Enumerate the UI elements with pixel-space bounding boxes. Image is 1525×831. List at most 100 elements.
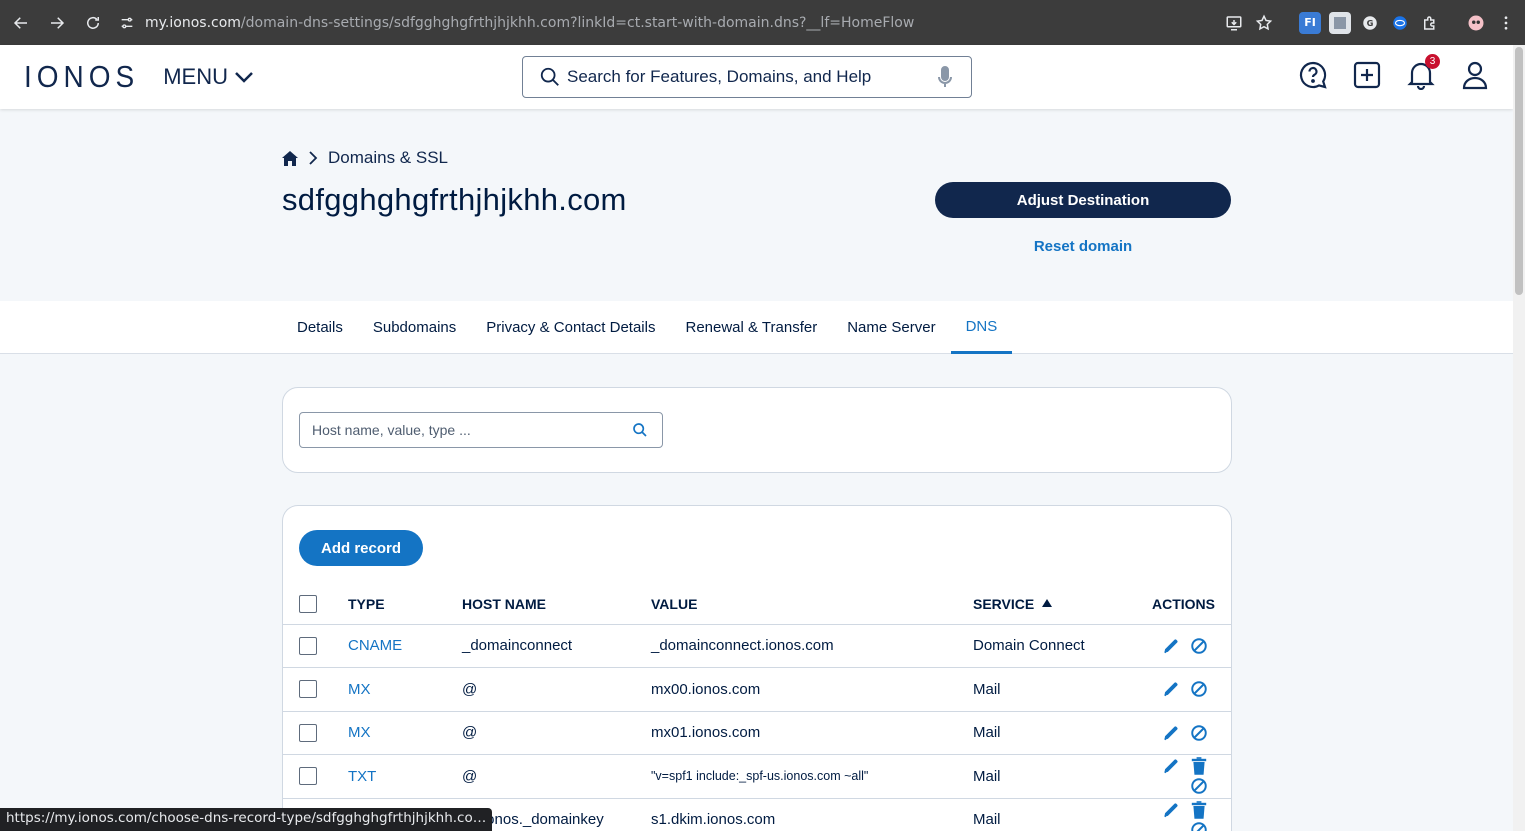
reset-domain-link[interactable]: Reset domain — [935, 238, 1231, 255]
extension-fi-icon[interactable]: FI — [1299, 11, 1321, 34]
ionos-logo[interactable]: IONOS — [24, 59, 139, 94]
home-icon[interactable] — [282, 150, 298, 166]
table-row: TXT @ "v=spf1 include:_spf-us.ionos.com ~a… — [283, 754, 1231, 799]
disable-record-icon[interactable] — [1189, 679, 1209, 699]
search-icon[interactable] — [632, 422, 648, 438]
record-type-link[interactable]: MX — [348, 667, 462, 712]
record-service: Mail — [973, 711, 1133, 755]
record-value: "v=spf1 include:_spf-us.ionos.com ~all" — [651, 754, 973, 799]
reload-icon[interactable] — [75, 5, 111, 41]
address-bar[interactable]: my.ionos.com/domain-dns-settings/sdfgghg… — [119, 0, 1223, 45]
site-settings-icon[interactable] — [119, 15, 135, 31]
extensions-puzzle-icon[interactable] — [1419, 12, 1441, 34]
edit-pencil-icon[interactable] — [1161, 723, 1181, 743]
disable-record-icon[interactable] — [1189, 723, 1209, 743]
tab-dns[interactable]: DNS — [950, 301, 1013, 354]
row-checkbox[interactable] — [299, 767, 317, 786]
browser-toolbar: my.ionos.com/domain-dns-settings/sdfgghg… — [0, 0, 1525, 45]
row-checkbox[interactable] — [299, 680, 317, 699]
record-service: Mail — [973, 798, 1133, 831]
column-type[interactable]: TYPE — [348, 585, 462, 625]
tab-renewal-transfer[interactable]: Renewal & Transfer — [670, 301, 832, 354]
page-scrollbar[interactable] — [1513, 45, 1525, 831]
add-product-icon[interactable] — [1351, 59, 1383, 91]
notifications-bell-icon[interactable]: 3 — [1405, 54, 1440, 91]
browser-menu-icon[interactable] — [1495, 12, 1517, 34]
search-icon — [540, 67, 559, 86]
extension-image-icon[interactable] — [1329, 11, 1351, 34]
dns-filter-card — [282, 387, 1232, 473]
link-status-tooltip: https://my.ionos.com/choose-dns-record-t… — [0, 808, 493, 831]
record-value: s1.dkim.ionos.com — [651, 798, 973, 831]
edit-pencil-icon[interactable] — [1161, 800, 1181, 820]
menu-button[interactable]: MENU — [163, 64, 254, 90]
scrollbar-thumb[interactable] — [1515, 47, 1523, 295]
profile-avatar-icon[interactable] — [1465, 12, 1487, 34]
url-text: my.ionos.com/domain-dns-settings/sdfgghg… — [145, 14, 915, 31]
extension-g-icon[interactable]: G — [1359, 12, 1381, 34]
table-header-row: TYPE HOST NAME VALUE SERVICE ACTIONS — [283, 585, 1231, 625]
record-service: Mail — [973, 754, 1133, 799]
record-value: _domainconnect.ionos.com — [651, 624, 973, 668]
disable-record-icon[interactable] — [1189, 636, 1209, 656]
help-chat-icon[interactable] — [1297, 59, 1329, 91]
record-value: mx00.ionos.com — [651, 667, 973, 712]
row-checkbox[interactable] — [299, 723, 317, 742]
install-app-icon[interactable] — [1223, 12, 1245, 34]
chevron-right-icon — [309, 151, 318, 165]
record-type-link[interactable]: CNAME — [348, 624, 462, 668]
select-all-checkbox[interactable] — [299, 595, 317, 614]
record-value: mx01.ionos.com — [651, 711, 973, 755]
disable-record-icon[interactable] — [1189, 776, 1209, 796]
table-row: MX @ mx00.ionos.com Mail — [283, 667, 1231, 712]
column-value[interactable]: VALUE — [651, 585, 973, 625]
table-row: MX @ mx01.ionos.com Mail — [283, 711, 1231, 755]
tab-privacy-contact[interactable]: Privacy & Contact Details — [471, 301, 670, 354]
bookmark-star-icon[interactable] — [1253, 12, 1275, 34]
record-type-link[interactable]: TXT — [348, 754, 462, 799]
menu-label: MENU — [163, 64, 229, 89]
record-service: Mail — [973, 667, 1133, 712]
column-host-name[interactable]: HOST NAME — [462, 585, 651, 625]
column-service-label: SERVICE — [973, 596, 1035, 613]
domain-tabs-bar: Details Subdomains Privacy & Contact Det… — [0, 301, 1513, 354]
global-search[interactable] — [522, 56, 972, 98]
row-checkbox[interactable] — [299, 636, 317, 655]
notification-badge: 3 — [1425, 54, 1440, 69]
delete-trash-icon[interactable] — [1189, 800, 1209, 820]
record-host-name: @ — [462, 754, 651, 799]
record-type-link[interactable]: MX — [348, 711, 462, 755]
add-record-button[interactable]: Add record — [299, 530, 424, 566]
record-service: Domain Connect — [973, 624, 1133, 668]
dns-filter-field[interactable] — [299, 412, 663, 448]
search-input[interactable] — [567, 67, 937, 87]
column-service[interactable]: SERVICE — [973, 585, 1133, 625]
tab-subdomains[interactable]: Subdomains — [358, 301, 471, 354]
edit-pencil-icon[interactable] — [1161, 679, 1181, 699]
tab-details[interactable]: Details — [282, 301, 358, 354]
edit-pencil-icon[interactable] — [1161, 636, 1181, 656]
extension-eye-icon[interactable] — [1389, 12, 1411, 34]
microphone-icon[interactable] — [937, 65, 953, 89]
record-host-name: @ — [462, 711, 651, 755]
back-icon[interactable] — [3, 5, 39, 41]
edit-pencil-icon[interactable] — [1161, 756, 1181, 776]
svg-text:G: G — [1367, 18, 1374, 28]
dns-records-card: Add record TYPE HOST NAME VALUE SERVICE … — [282, 505, 1232, 831]
site-header: IONOS MENU 3 — [0, 45, 1513, 109]
breadcrumb: Domains & SSL — [282, 148, 448, 168]
dns-filter-input[interactable] — [312, 422, 632, 438]
disable-record-icon[interactable] — [1189, 820, 1209, 831]
table-row: CNAME _domainconnect _domainconnect.ionos.… — [283, 624, 1231, 668]
record-host-name: @ — [462, 667, 651, 712]
column-actions: ACTIONS — [1133, 585, 1231, 625]
adjust-destination-button[interactable]: Adjust Destination — [935, 182, 1231, 218]
forward-icon[interactable] — [39, 5, 75, 41]
delete-trash-icon[interactable] — [1189, 756, 1209, 776]
user-account-icon[interactable] — [1459, 59, 1491, 91]
sort-ascending-icon — [1042, 599, 1053, 608]
tab-name-server[interactable]: Name Server — [832, 301, 950, 354]
chevron-down-icon — [235, 72, 253, 83]
page-title: sdfgghghgfrthjhjkhh.com — [282, 182, 627, 217]
breadcrumb-domains-ssl[interactable]: Domains & SSL — [328, 148, 448, 168]
